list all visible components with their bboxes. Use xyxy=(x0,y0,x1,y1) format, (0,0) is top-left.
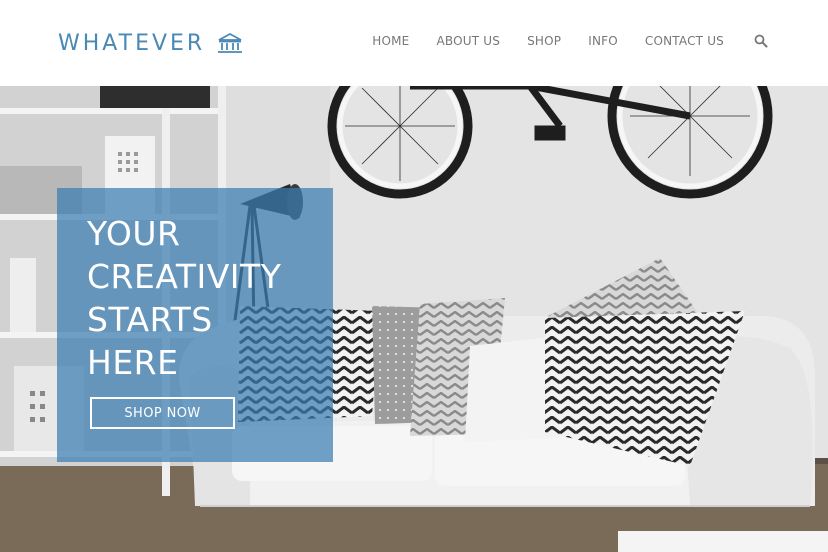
nav-shop[interactable]: SHOP xyxy=(527,34,561,48)
hero-headline: YOUR CREATIVITY STARTS HERE xyxy=(87,212,327,384)
headline-line-2: CREATIVITY xyxy=(87,257,282,296)
headline-line-3: STARTS xyxy=(87,300,213,339)
nav-about-us[interactable]: ABOUT US xyxy=(436,34,500,48)
hero-overlay: YOUR CREATIVITY STARTS HERE SHOP NOW xyxy=(57,188,333,462)
hero-banner: YOUR CREATIVITY STARTS HERE SHOP NOW xyxy=(0,86,828,552)
brand-logo[interactable]: WHATEVER xyxy=(58,30,243,56)
shop-now-button[interactable]: SHOP NOW xyxy=(90,397,235,429)
site-header: WHATEVER HOME ABOUT US SHOP INFO CONTACT… xyxy=(0,0,828,86)
search-icon[interactable] xyxy=(754,34,768,48)
nav-home[interactable]: HOME xyxy=(372,34,409,48)
nav-contact-us[interactable]: CONTACT US xyxy=(645,34,724,48)
nav-info[interactable]: INFO xyxy=(588,34,618,48)
brand-name: WHATEVER xyxy=(58,30,206,56)
bank-icon xyxy=(218,32,243,53)
headline-line-1: YOUR xyxy=(87,214,181,253)
headline-line-4: HERE xyxy=(87,343,179,382)
main-nav: HOME ABOUT US SHOP INFO CONTACT US xyxy=(372,34,768,48)
